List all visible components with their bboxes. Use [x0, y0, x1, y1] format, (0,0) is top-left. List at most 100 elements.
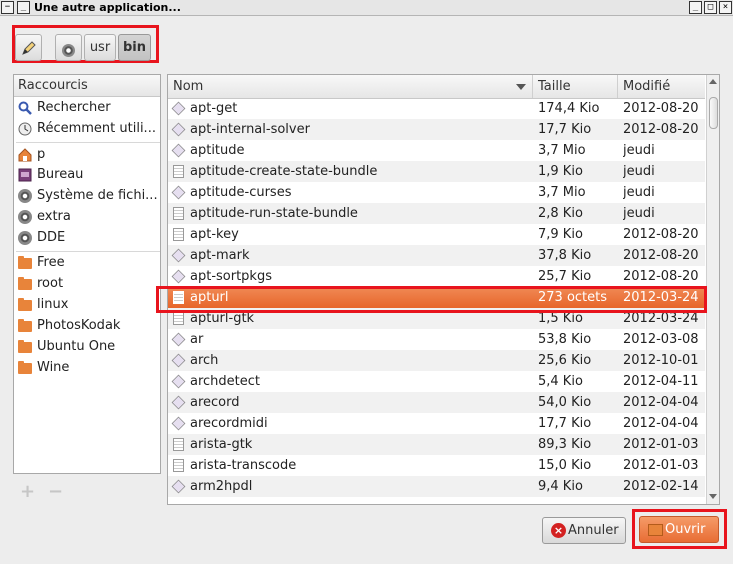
- sidebar-item-label: DDE: [37, 230, 66, 245]
- sidebar-item-label: linux: [37, 297, 69, 312]
- folder-icon: [18, 298, 32, 311]
- table-row[interactable]: arm2hpdl 9,4 Kio 2012-02-14: [168, 476, 705, 497]
- sidebar-divider: [16, 251, 160, 252]
- remove-bookmark-button[interactable]: −: [48, 481, 63, 502]
- window-shade-button[interactable]: _: [17, 1, 30, 14]
- sidebar-item-ubuntu-one[interactable]: Ubuntu One: [16, 337, 160, 357]
- file-size: 2,8 Kio: [538, 206, 583, 221]
- column-header-size[interactable]: Taille: [533, 75, 618, 98]
- sidebar-item-extra[interactable]: extra: [16, 207, 160, 227]
- executable-icon: [171, 353, 186, 368]
- column-header-modified[interactable]: Modifié: [618, 75, 705, 98]
- path-segment-bin[interactable]: bin: [118, 34, 151, 61]
- file-modified: 2012-04-04: [623, 395, 699, 410]
- sidebar-item-label: root: [37, 276, 64, 291]
- file-modified: 2012-08-20: [623, 101, 699, 116]
- sidebar-divider: [16, 142, 160, 143]
- sidebar-item-home[interactable]: p: [16, 145, 160, 165]
- script-file-icon: [173, 312, 184, 325]
- sidebar-item-linux[interactable]: linux: [16, 295, 160, 315]
- table-row[interactable]: aptitude 3,7 Mio jeudi: [168, 140, 705, 161]
- executable-icon: [171, 479, 186, 494]
- table-row[interactable]: aptitude-curses 3,7 Mio jeudi: [168, 182, 705, 203]
- file-size: 5,4 Kio: [538, 374, 583, 389]
- window-menu-button[interactable]: −: [1, 1, 14, 14]
- minimize-button[interactable]: _: [689, 1, 702, 14]
- executable-icon: [171, 122, 186, 137]
- file-list-header: Nom Taille Modifié: [168, 75, 705, 99]
- file-name: apt-get: [190, 101, 238, 116]
- sidebar-item-recent[interactable]: Récemment utili...: [16, 119, 160, 139]
- file-size: 3,7 Mio: [538, 143, 586, 158]
- file-size: 7,9 Kio: [538, 227, 583, 242]
- cancel-button[interactable]: × Annuler: [542, 517, 626, 544]
- disk-icon: [18, 210, 32, 224]
- disk-icon: [18, 231, 32, 245]
- file-modified: 2012-08-20: [623, 248, 699, 263]
- table-row[interactable]: apt-internal-solver 17,7 Kio 2012-08-20: [168, 119, 705, 140]
- edit-location-button[interactable]: [15, 34, 42, 61]
- table-row[interactable]: arecord 54,0 Kio 2012-04-04: [168, 392, 705, 413]
- file-name: aptitude-curses: [190, 185, 292, 200]
- table-row[interactable]: arch 25,6 Kio 2012-10-01: [168, 350, 705, 371]
- file-size: 25,6 Kio: [538, 353, 592, 368]
- folder-icon: [18, 319, 32, 332]
- executable-icon: [171, 332, 186, 347]
- path-segment-root[interactable]: [55, 34, 82, 61]
- sidebar-item-free[interactable]: Free: [16, 253, 160, 273]
- table-row[interactable]: ar 53,8 Kio 2012-03-08: [168, 329, 705, 350]
- table-row[interactable]: aptitude-run-state-bundle 2,8 Kio jeudi: [168, 203, 705, 224]
- file-name: arecord: [190, 395, 240, 410]
- cancel-button-label: Annuler: [568, 523, 619, 538]
- file-name: arecordmidi: [190, 416, 268, 431]
- file-modified: 2012-04-04: [623, 416, 699, 431]
- folder-icon: [18, 340, 32, 353]
- path-segment-usr[interactable]: usr: [84, 34, 116, 61]
- sidebar-header[interactable]: Raccourcis: [14, 75, 160, 97]
- executable-icon: [171, 416, 186, 431]
- maximize-button[interactable]: □: [704, 1, 717, 14]
- sidebar-item-filesystem[interactable]: Système de fichi...: [16, 186, 160, 206]
- file-name: aptitude-run-state-bundle: [190, 206, 358, 221]
- file-name: ar: [190, 332, 204, 347]
- scroll-down-icon[interactable]: [709, 494, 717, 499]
- file-size: 89,3 Kio: [538, 437, 592, 452]
- disk-icon: [62, 44, 75, 57]
- sidebar-item-root[interactable]: root: [16, 274, 160, 294]
- sidebar-item-photoskodak[interactable]: PhotosKodak: [16, 316, 160, 336]
- sidebar-item-dde[interactable]: DDE: [16, 228, 160, 248]
- sidebar-item-search[interactable]: Rechercher: [16, 98, 160, 118]
- file-modified: 2012-04-11: [623, 374, 699, 389]
- file-size: 37,8 Kio: [538, 248, 592, 263]
- column-header-name[interactable]: Nom: [168, 75, 533, 98]
- selection-highlight-frame: [156, 286, 707, 313]
- window-titlebar: − _ Une autre application... _ □ ×: [0, 0, 733, 16]
- vertical-scrollbar[interactable]: [706, 75, 719, 504]
- file-name: arista-transcode: [190, 458, 297, 473]
- executable-icon: [171, 374, 186, 389]
- executable-icon: [171, 248, 186, 263]
- file-modified: 2012-08-20: [623, 227, 699, 242]
- desktop-icon: [18, 168, 32, 182]
- table-row[interactable]: aptitude-create-state-bundle 1,9 Kio jeu…: [168, 161, 705, 182]
- file-modified: 2012-10-01: [623, 353, 699, 368]
- sidebar-item-desktop[interactable]: Bureau: [16, 165, 160, 185]
- add-bookmark-button[interactable]: +: [20, 481, 35, 502]
- table-row[interactable]: apt-mark 37,8 Kio 2012-08-20: [168, 245, 705, 266]
- sidebar-item-wine[interactable]: Wine: [16, 358, 160, 378]
- executable-icon: [171, 395, 186, 410]
- shortcuts-sidebar: Raccourcis Rechercher Récemment utili...…: [13, 74, 161, 474]
- table-row[interactable]: apt-sortpkgs 25,7 Kio 2012-08-20: [168, 266, 705, 287]
- table-row[interactable]: arista-gtk 89,3 Kio 2012-01-03: [168, 434, 705, 455]
- table-row[interactable]: archdetect 5,4 Kio 2012-04-11: [168, 371, 705, 392]
- table-row[interactable]: apt-get 174,4 Kio 2012-08-20: [168, 98, 705, 119]
- script-file-icon: [173, 438, 184, 451]
- table-row[interactable]: arista-transcode 15,0 Kio 2012-01-03: [168, 455, 705, 476]
- table-row[interactable]: arecordmidi 17,7 Kio 2012-04-04: [168, 413, 705, 434]
- close-button[interactable]: ×: [719, 1, 732, 14]
- file-size: 25,7 Kio: [538, 269, 592, 284]
- scroll-up-icon[interactable]: [709, 79, 717, 84]
- file-modified: 2012-02-14: [623, 479, 699, 494]
- scrollbar-thumb[interactable]: [709, 97, 718, 129]
- table-row[interactable]: apt-key 7,9 Kio 2012-08-20: [168, 224, 705, 245]
